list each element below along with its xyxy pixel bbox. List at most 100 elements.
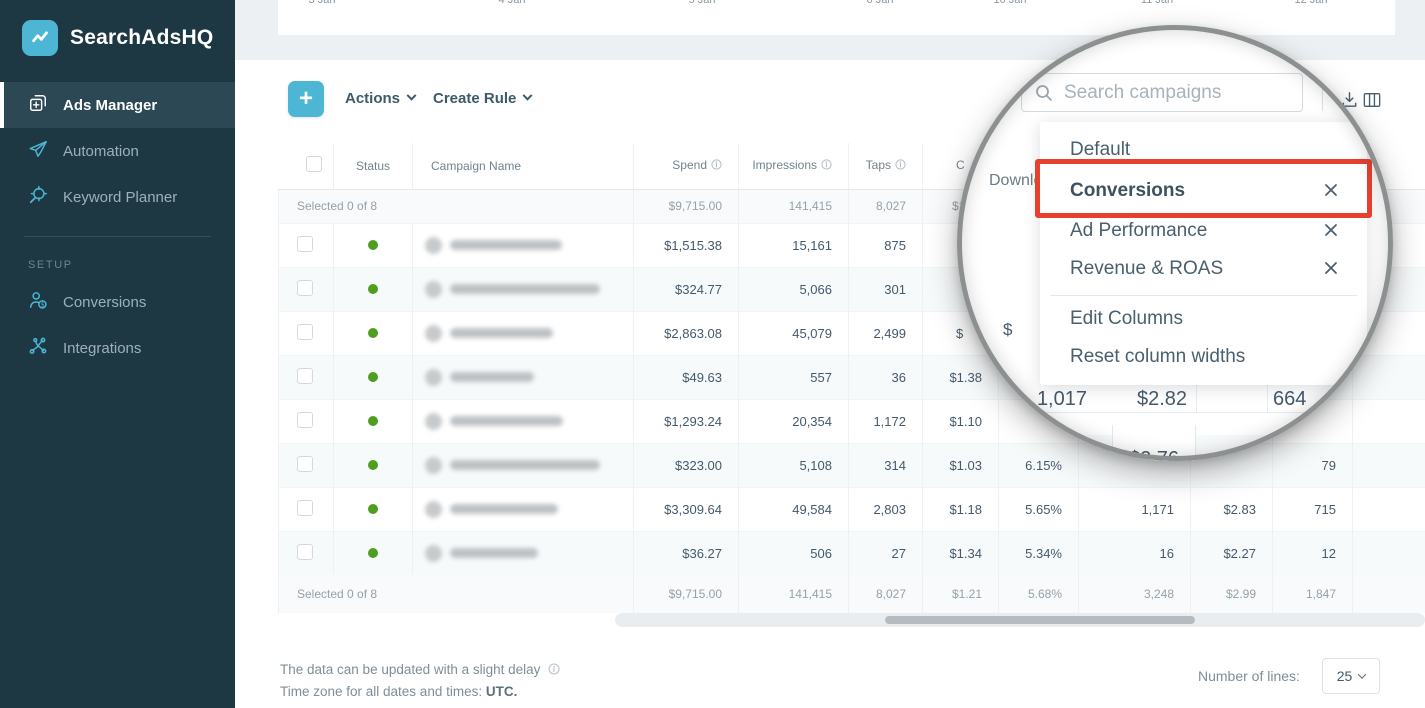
row-checkbox[interactable] — [297, 500, 313, 516]
table-row[interactable]: $36.27 506 27 $1.34 5.34% 16 $2.27 12 — [279, 531, 1425, 575]
chart-tick: 11 Jan — [1141, 0, 1173, 6]
menu-item-reset-column-widths[interactable]: Reset column widths — [1070, 346, 1245, 368]
menu-item-default[interactable]: Default — [1070, 139, 1130, 161]
number-of-lines-label: Number of lines: — [1198, 668, 1300, 684]
brand-logo[interactable]: SearchAdsHQ — [0, 0, 235, 76]
sidebar-divider — [24, 236, 211, 237]
status-dot-active — [368, 416, 378, 426]
delay-note: The data can be updated with a slight de… — [280, 662, 540, 677]
chart-tick: 12 Jan — [1294, 0, 1327, 6]
row-checkbox[interactable] — [297, 544, 313, 560]
campaign-name-cell[interactable] — [413, 501, 633, 518]
campaign-name-redacted — [450, 460, 600, 470]
sidebar-item-label: Integrations — [63, 340, 141, 357]
menu-item-revenue-roas[interactable]: Revenue & ROAS — [1070, 258, 1223, 280]
row-checkbox[interactable] — [297, 280, 313, 296]
row-checkbox[interactable] — [297, 236, 313, 252]
chevron-down-icon — [1358, 670, 1366, 678]
campaign-name-redacted — [450, 504, 558, 514]
status-dot-active — [368, 328, 378, 338]
campaign-name-cell[interactable] — [413, 413, 633, 430]
number-of-lines-select[interactable]: 25 — [1322, 658, 1380, 694]
chevron-down-icon — [407, 91, 417, 101]
menu-item-ad-performance[interactable]: Ad Performance — [1070, 220, 1207, 242]
sidebar-item-label: Conversions — [63, 294, 146, 311]
magnified-downloads-value: 1,017 — [997, 388, 1087, 411]
row-checkbox[interactable] — [297, 324, 313, 340]
brand-logo-icon — [22, 20, 58, 56]
search-campaigns-box[interactable] — [1021, 73, 1303, 112]
info-icon[interactable] — [548, 660, 560, 681]
dollar-fragment: $ — [1003, 320, 1012, 340]
sidebar-item-label: Automation — [63, 143, 139, 160]
row-border — [977, 412, 1377, 413]
search-campaigns-input[interactable] — [1064, 82, 1284, 104]
hidden-column-header-fragment: C — [956, 158, 965, 172]
toolbar-divider — [1322, 85, 1323, 111]
column-header-spend[interactable]: Spend — [634, 143, 739, 189]
sidebar-item-ads-manager[interactable]: Ads Manager — [0, 82, 235, 128]
selected-count: Selected 0 of 8 — [279, 575, 634, 613]
chevron-down-icon — [523, 91, 533, 101]
campaign-avatar — [425, 413, 442, 430]
column-header-status[interactable]: Status — [334, 143, 413, 189]
row-checkbox[interactable] — [297, 456, 313, 472]
status-dot-active — [368, 548, 378, 558]
campaign-name-cell[interactable] — [413, 369, 633, 386]
row-checkbox[interactable] — [297, 368, 313, 384]
sidebar-item-label: Keyword Planner — [63, 189, 177, 206]
chart-card-bottom: 3 Jan 4 Jan 5 Jan 6 Jan 10 Jan 11 Jan 12… — [278, 0, 1395, 35]
chart-tick: 10 Jan — [993, 0, 1026, 6]
column-header-campaign-name[interactable]: Campaign Name — [413, 143, 634, 189]
chart-tick: 5 Jan — [689, 0, 716, 6]
person-dollar-icon: $ — [28, 290, 48, 314]
create-rule-dropdown-button[interactable]: Create Rule — [433, 90, 531, 107]
create-rule-label: Create Rule — [433, 90, 516, 107]
chart-tick: 4 Jan — [499, 0, 526, 6]
campaign-name-cell[interactable] — [413, 281, 633, 298]
sidebar-item-integrations[interactable]: Integrations — [0, 325, 235, 371]
magnified-cpa-cell: $2.76 — [1112, 425, 1196, 461]
actions-label: Actions — [345, 90, 400, 107]
campaign-name-redacted — [450, 240, 562, 250]
campaign-name-cell[interactable] — [413, 457, 633, 474]
campaign-name-redacted — [450, 284, 600, 294]
magnified-cpa-value: $2.82 — [1137, 388, 1187, 411]
info-icon[interactable] — [895, 159, 906, 173]
setup-section-label: SETUP — [0, 259, 235, 271]
cell-border — [1196, 382, 1197, 412]
sidebar-item-automation[interactable]: Automation — [0, 128, 235, 174]
row-checkbox[interactable] — [297, 412, 313, 428]
campaign-name-cell[interactable] — [413, 325, 633, 342]
chart-tick: 6 Jan — [867, 0, 894, 6]
summary-row-bottom: Selected 0 of 8 $9,715.00 141,415 8,027 … — [279, 575, 1425, 613]
sidebar-item-keyword-planner[interactable]: Keyword Planner — [0, 174, 235, 220]
sidebar: SearchAdsHQ Ads Manager Automation Keywo… — [0, 0, 235, 708]
footer-notes: The data can be updated with a slight de… — [280, 659, 560, 702]
status-dot-active — [368, 460, 378, 470]
horizontal-scrollbar-thumb[interactable] — [885, 616, 1195, 624]
campaign-avatar — [425, 325, 442, 342]
column-header-taps[interactable]: Taps — [849, 143, 923, 189]
actions-dropdown-button[interactable]: Actions — [345, 90, 415, 107]
selected-count: Selected 0 of 8 — [279, 189, 634, 223]
timezone-note: Time zone for all dates and times: — [280, 684, 482, 699]
magnified-conversions-value: 664 — [1273, 388, 1306, 411]
column-header-impressions[interactable]: Impressions — [739, 143, 849, 189]
table-row[interactable]: $3,309.64 49,584 2,803 $1.18 5.65% 1,171… — [279, 487, 1425, 531]
select-all-checkbox[interactable] — [306, 156, 322, 172]
add-campaign-button[interactable]: + — [288, 81, 324, 117]
status-dot-active — [368, 504, 378, 514]
campaign-avatar — [425, 237, 442, 254]
info-icon[interactable] — [711, 159, 722, 173]
campaign-name-cell[interactable] — [413, 237, 633, 254]
plus-icon: + — [299, 85, 313, 113]
menu-item-edit-columns[interactable]: Edit Columns — [1070, 308, 1183, 330]
campaign-avatar — [425, 545, 442, 562]
sidebar-item-conversions[interactable]: $ Conversions — [0, 279, 235, 325]
info-icon[interactable] — [821, 159, 832, 173]
campaign-name-cell[interactable] — [413, 545, 633, 562]
horizontal-scrollbar-track[interactable] — [615, 613, 1425, 627]
menu-item-conversions[interactable]: Conversions — [1070, 180, 1185, 202]
columns-icon[interactable] — [1363, 92, 1381, 113]
